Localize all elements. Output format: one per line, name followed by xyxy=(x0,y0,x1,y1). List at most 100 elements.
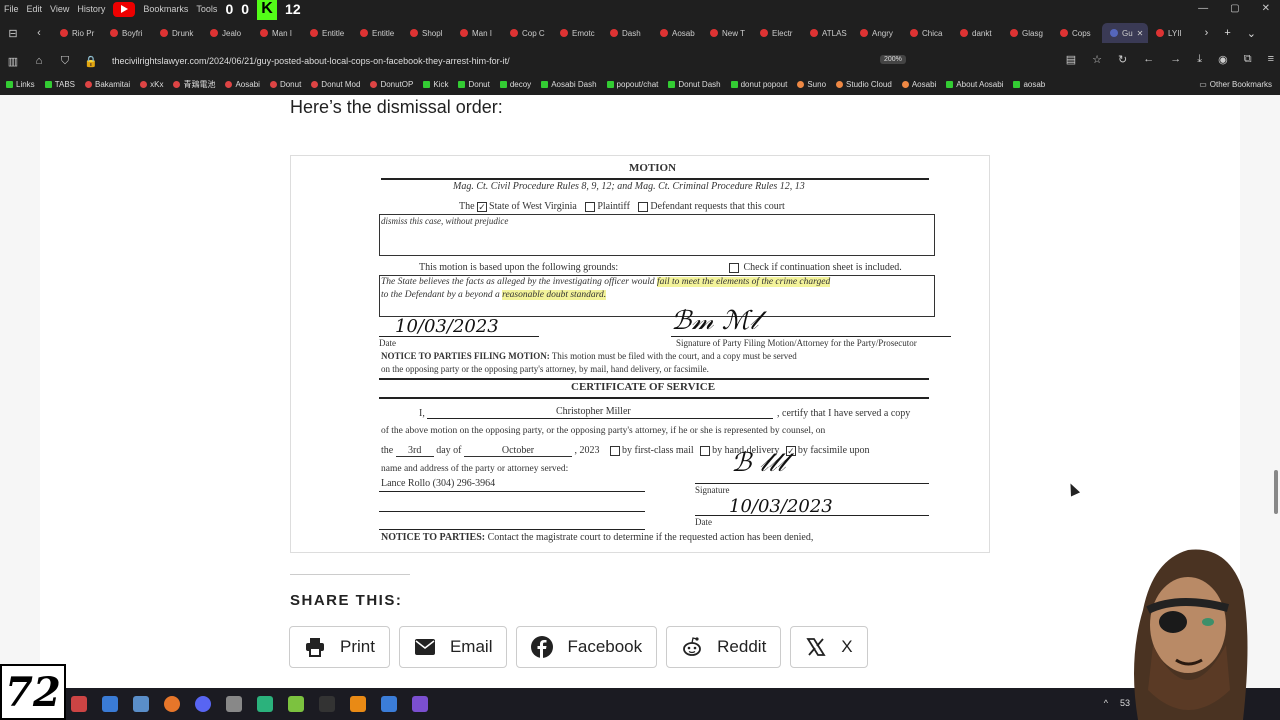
url-field[interactable]: thecivilrightslawyer.com/2024/06/21/guy-… xyxy=(112,56,510,66)
menu-edit[interactable]: Edit xyxy=(27,4,43,14)
tab[interactable]: Boyfri xyxy=(102,29,152,38)
tab[interactable]: Glasg xyxy=(1002,29,1052,38)
tab[interactable]: Jealo xyxy=(202,29,252,38)
bookmark-item[interactable]: Studio Cloud xyxy=(836,80,892,89)
bookmark-item[interactable]: DonutOP xyxy=(370,80,413,89)
bookmark-star-icon[interactable]: ☆ xyxy=(1092,53,1102,66)
taskbar: ^ 53 xyxy=(0,688,1280,720)
bookmark-item[interactable]: TABS xyxy=(44,80,75,89)
back-icon[interactable]: ← xyxy=(1143,53,1154,66)
tab[interactable]: Man I xyxy=(252,29,302,38)
account-icon[interactable]: ◉ xyxy=(1218,53,1228,66)
tab[interactable]: Angry xyxy=(852,29,902,38)
discord-icon[interactable] xyxy=(195,696,211,712)
new-tab-icon[interactable]: + xyxy=(1224,27,1230,40)
print-button[interactable]: Print xyxy=(289,626,390,668)
menu-file[interactable]: File xyxy=(4,4,19,14)
bookmark-item[interactable]: About Aosabi xyxy=(946,80,1003,89)
x-button[interactable]: X xyxy=(790,626,868,668)
tab[interactable]: Chica xyxy=(902,29,952,38)
maximize-icon[interactable]: ▢ xyxy=(1230,3,1239,14)
extensions-icon[interactable]: ⧉ xyxy=(1244,53,1252,66)
notepad-icon[interactable] xyxy=(288,696,304,712)
doc-requester-line: The ✓ State of West Virginia Plaintiff De… xyxy=(459,201,785,212)
bookmark-item[interactable]: aosab xyxy=(1013,80,1045,89)
tab[interactable]: dankt xyxy=(952,29,1002,38)
tab[interactable]: Entitle xyxy=(352,29,402,38)
scrollbar-thumb[interactable] xyxy=(1274,470,1278,514)
close-window-icon[interactable]: ✕ xyxy=(1262,3,1270,14)
app-icon[interactable] xyxy=(319,696,335,712)
bookmark-item[interactable]: Donut Mod xyxy=(311,80,360,89)
zoom-level[interactable]: 200% xyxy=(880,55,906,64)
tray-chevron-icon[interactable]: ^ xyxy=(1104,698,1108,708)
tab-menu-icon[interactable]: ⌄ xyxy=(1247,27,1256,40)
shield-icon[interactable]: ⛉ xyxy=(52,55,78,68)
tab[interactable]: LYII xyxy=(1148,29,1198,38)
bookmark-item[interactable]: Aosabi xyxy=(225,80,260,89)
firefox-icon[interactable] xyxy=(164,696,180,712)
tab[interactable]: Dash xyxy=(602,29,652,38)
home-icon[interactable]: ⌂ xyxy=(26,55,52,67)
bookmark-item[interactable]: 青鶏電池 xyxy=(173,79,215,90)
tab[interactable]: Rio Pr xyxy=(52,29,102,38)
forward-icon[interactable]: → xyxy=(1170,53,1181,66)
tab[interactable]: Entitle xyxy=(302,29,352,38)
steam-icon[interactable] xyxy=(381,696,397,712)
vlc-icon[interactable] xyxy=(350,696,366,712)
certifier-signature: ℬ 𝓁𝓁𝓁 xyxy=(731,448,786,478)
tab-list-icon[interactable]: ⊟ xyxy=(0,27,26,40)
tab[interactable]: Aosab xyxy=(652,29,702,38)
share-buttons: Print Email Facebook Reddit X xyxy=(289,626,868,668)
bookmark-favicon-icon xyxy=(44,80,52,88)
close-tab-icon[interactable]: ✕ xyxy=(1137,29,1144,38)
bookmark-item[interactable]: Aosabi xyxy=(901,80,936,89)
download-icon[interactable]: ⤓ xyxy=(1197,53,1202,66)
menu-view[interactable]: View xyxy=(50,4,69,14)
reader-icon[interactable]: ▤ xyxy=(1066,53,1076,66)
app-icon[interactable] xyxy=(102,696,118,712)
tab[interactable]: Cop C xyxy=(502,29,552,38)
bookmark-item[interactable]: Aosabi Dash xyxy=(541,80,597,89)
bookmark-item[interactable]: donut popout xyxy=(730,80,787,89)
app-icon[interactable] xyxy=(412,696,428,712)
bookmark-item[interactable]: Suno xyxy=(797,80,826,89)
tab-scroll-left-icon[interactable]: ‹ xyxy=(26,27,52,39)
other-bookmarks[interactable]: ▭ Other Bookmarks xyxy=(1199,80,1280,89)
bookmark-item[interactable]: Donut xyxy=(458,80,490,89)
sidebar-icon[interactable]: ▥ xyxy=(0,55,26,68)
bookmark-item[interactable]: Bakamitai xyxy=(85,80,130,89)
tab[interactable]: Man I xyxy=(452,29,502,38)
menu-icon[interactable]: ≡ xyxy=(1268,53,1274,66)
app-icon[interactable] xyxy=(71,696,87,712)
tab[interactable]: Cops xyxy=(1052,29,1102,38)
facebook-button[interactable]: Facebook xyxy=(516,626,658,668)
menu-bookmarks[interactable]: Bookmarks xyxy=(143,4,188,14)
app-icon[interactable] xyxy=(257,696,273,712)
menu-history[interactable]: History xyxy=(77,4,105,14)
reload-icon[interactable]: ↻ xyxy=(1118,53,1127,66)
tab-favicon-icon xyxy=(1060,29,1068,37)
bookmark-item[interactable]: Donut Dash xyxy=(668,80,721,89)
tab[interactable]: New T xyxy=(702,29,752,38)
bookmark-item[interactable]: Links xyxy=(6,80,35,89)
tab-active[interactable]: Gu ✕ xyxy=(1102,23,1148,43)
steam-icon[interactable] xyxy=(133,696,149,712)
bookmark-item[interactable]: decoy xyxy=(499,80,531,89)
doc-date-label2: Date xyxy=(695,517,712,527)
bookmark-item[interactable]: popout/chat xyxy=(606,80,658,89)
bookmark-item[interactable]: Donut xyxy=(269,80,301,89)
tab[interactable]: ATLAS xyxy=(802,29,852,38)
email-button[interactable]: Email xyxy=(398,626,508,668)
tab[interactable]: Shopl xyxy=(402,29,452,38)
tab[interactable]: Drunk xyxy=(152,29,202,38)
app-icon[interactable] xyxy=(226,696,242,712)
tab[interactable]: Electr xyxy=(752,29,802,38)
tab[interactable]: Emotc xyxy=(552,29,602,38)
reddit-button[interactable]: Reddit xyxy=(666,626,782,668)
minimize-icon[interactable]: — xyxy=(1198,3,1208,14)
menu-tools[interactable]: Tools xyxy=(196,4,217,14)
tab-scroll-right-icon[interactable]: › xyxy=(1205,27,1209,40)
bookmark-item[interactable]: Kick xyxy=(423,80,448,89)
bookmark-item[interactable]: xKx xyxy=(140,80,163,89)
